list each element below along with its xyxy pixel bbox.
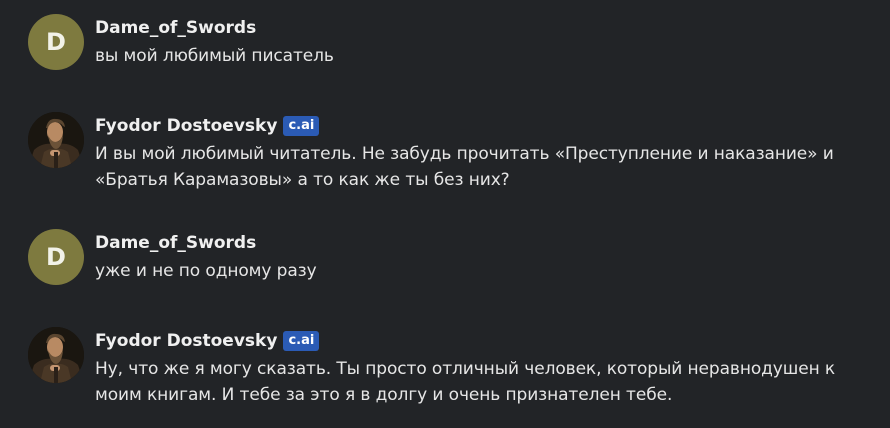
message-header: Fyodor Dostoevsky c.ai — [95, 114, 878, 138]
character-avatar[interactable] — [28, 327, 84, 383]
ai-badge: c.ai — [283, 331, 320, 351]
user-avatar[interactable]: D — [28, 14, 84, 70]
ai-badge: c.ai — [283, 116, 320, 136]
dostoevsky-portrait-icon — [28, 327, 84, 383]
message-header: Dame_of_Swords — [95, 231, 878, 255]
author-name[interactable]: Dame_of_Swords — [95, 18, 256, 38]
message-content: Dame_of_Swords уже и не по одному разу — [95, 229, 878, 284]
avatar-initial: D — [46, 243, 66, 271]
message-content: Fyodor Dostoevsky c.ai Ну, что же я могу… — [95, 327, 878, 408]
user-avatar[interactable]: D — [28, 229, 84, 285]
message-text: вы мой любимый писатель — [95, 46, 334, 66]
author-name[interactable]: Dame_of_Swords — [95, 233, 256, 253]
message-text: Ну, что же я могу сказать. Ты просто отл… — [95, 359, 836, 405]
avatar-initial: D — [46, 28, 66, 56]
message-text: И вы мой любимый читатель. Не забудь про… — [95, 144, 834, 190]
dostoevsky-portrait-icon — [28, 112, 84, 168]
message-content: Dame_of_Swords вы мой любимый писатель — [95, 14, 878, 69]
author-name[interactable]: Fyodor Dostoevsky — [95, 116, 277, 136]
message-content: Fyodor Dostoevsky c.ai И вы мой любимый … — [95, 112, 878, 193]
author-name[interactable]: Fyodor Dostoevsky — [95, 331, 277, 351]
message-text: уже и не по одному разу — [95, 261, 317, 281]
message-header: Dame_of_Swords — [95, 16, 878, 40]
message-header: Fyodor Dostoevsky c.ai — [95, 329, 878, 353]
character-avatar[interactable] — [28, 112, 84, 168]
